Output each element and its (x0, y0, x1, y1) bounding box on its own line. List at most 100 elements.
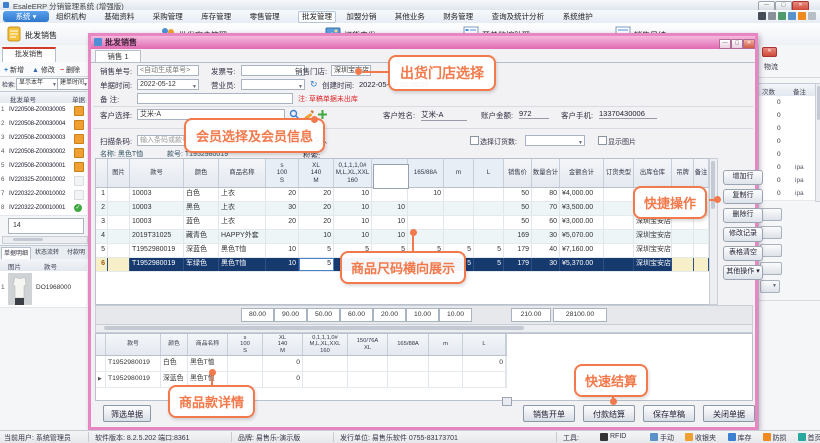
status-tool-手动[interactable]: 手动 (660, 433, 674, 443)
row-button-修改记录[interactable]: 修改记录 (723, 227, 763, 242)
grid-header-cell[interactable]: 数量合计 (532, 159, 560, 187)
bg-dropdown-stub[interactable]: ▼ (760, 280, 780, 293)
size-cell[interactable]: 10 (372, 230, 408, 243)
size-cell[interactable] (474, 216, 504, 229)
style-cell[interactable]: T1952980019 (130, 258, 184, 271)
grid-header-cell[interactable]: m (444, 159, 474, 187)
status-tool-icon-RFID[interactable] (600, 433, 608, 441)
row-marker[interactable]: ▶ (96, 372, 106, 387)
type-cell[interactable] (604, 188, 634, 201)
menu-item-采购管理[interactable]: 采购管理 (153, 12, 183, 22)
name-cell[interactable]: 上衣 (219, 202, 266, 215)
size-cell[interactable]: 10 (334, 216, 372, 229)
size-cell[interactable]: 20 (299, 202, 334, 215)
amount-cell[interactable]: ¥3,500.00 (560, 202, 604, 215)
grid-header-cell[interactable]: L (474, 159, 504, 187)
grid-header-cell[interactable]: 金额合计 (560, 159, 604, 187)
remark-cell[interactable] (694, 230, 709, 243)
size-cell[interactable]: 0 (463, 356, 506, 371)
bottom-header-cell[interactable]: 165/88A (388, 334, 429, 355)
size-cell[interactable] (372, 188, 408, 201)
size-cell[interactable]: 5 (299, 244, 334, 257)
size-cell[interactable] (266, 230, 299, 243)
order-qty-select[interactable]: ▼ (525, 135, 585, 146)
menu-item-系统维护[interactable]: 系统维护 (563, 12, 593, 22)
row-no[interactable]: 6 (96, 258, 108, 271)
size-cell[interactable]: 5 (299, 258, 334, 271)
order-list-item[interactable]: 8IV220322-Z00010001✓ (0, 201, 87, 216)
row-no[interactable]: 4 (96, 230, 108, 243)
warehouse-cell[interactable]: 深圳宝安店 (634, 230, 672, 243)
image-cell[interactable] (108, 244, 130, 257)
row-marker[interactable] (96, 356, 106, 371)
name-cell[interactable]: 上衣 (219, 216, 266, 229)
grid-header-cell[interactable] (96, 159, 108, 187)
amount-cell[interactable]: ¥5,070.00 (560, 230, 604, 243)
sidebar-action-新增[interactable]: + 新增 (4, 65, 24, 75)
size-cell[interactable]: 5 (474, 244, 504, 257)
size-cell[interactable]: 0 (263, 356, 303, 371)
clerk-select[interactable]: ▼ (241, 79, 305, 90)
color-cell[interactable]: 蓝色 (184, 216, 219, 229)
qty-cell[interactable]: 80 (532, 188, 560, 201)
grid-header-cell[interactable]: 备注 (694, 159, 709, 187)
bottom-header-cell[interactable]: 0,1,1,1,0#M,L,XL,XXL160 (303, 334, 348, 355)
size-cell[interactable]: 10 (334, 188, 372, 201)
open-editor-box[interactable] (373, 164, 409, 189)
status-tool-RFID[interactable]: RFID (610, 433, 626, 440)
bg-button-stub[interactable] (760, 244, 782, 257)
row-button-其他操作[interactable]: 其他操作 ▾ (723, 265, 763, 280)
size-cell[interactable]: 20 (266, 216, 299, 229)
price-cell[interactable]: 50 (504, 188, 532, 201)
bottom-header-cell[interactable]: XL140M (263, 334, 303, 355)
style-cell[interactable]: 10003 (130, 216, 184, 229)
price-cell[interactable]: 179 (504, 258, 532, 271)
bg-button-stub[interactable] (760, 208, 782, 221)
amount-cell[interactable]: ¥3,000.00 (560, 216, 604, 229)
grid-header-cell[interactable]: 销售价 (504, 159, 532, 187)
size-cell[interactable]: 10 (408, 188, 444, 201)
size-cell[interactable] (474, 230, 504, 243)
status-tool-库存[interactable]: 库存 (738, 433, 752, 443)
size-cell[interactable]: 10 (334, 230, 372, 243)
image-cell[interactable] (108, 188, 130, 201)
dialog-minimize-button[interactable]: — (719, 39, 731, 49)
size-cell[interactable] (429, 372, 463, 387)
tray-icon-4[interactable] (798, 12, 806, 20)
size-cell[interactable] (228, 356, 263, 371)
date-field[interactable]: 2022-05-12▼ (137, 79, 199, 90)
menu-item-查询及统计分析[interactable]: 查询及统计分析 (492, 12, 545, 22)
type-cell[interactable] (604, 216, 634, 229)
bottom-header-cell[interactable]: L (463, 334, 506, 355)
amount-cell[interactable]: ¥7,160.00 (560, 244, 604, 257)
status-tool-防损[interactable]: 防损 (773, 433, 787, 443)
bottom-grid-row[interactable]: T1952980019白色黑色T恤00 (96, 356, 507, 372)
warehouse-cell[interactable]: 深圳宝安店 (634, 258, 672, 271)
row-no[interactable]: 1 (96, 188, 108, 201)
row-button-表格清空[interactable]: 表格清空 (723, 246, 763, 261)
sidebar-tab-wholesale[interactable]: 批发销售 (2, 47, 56, 63)
dialog-close-button[interactable]: ✕ (743, 39, 755, 49)
detail-tab-状态流转[interactable]: 状态流转 (33, 247, 61, 259)
size-cell[interactable]: 5 (474, 258, 504, 271)
style-cell[interactable]: T1952980019 (130, 244, 184, 257)
size-cell[interactable]: 10 (266, 244, 299, 257)
size-cell[interactable] (348, 372, 388, 387)
image-cell[interactable] (108, 230, 130, 243)
bg-button-stub[interactable] (760, 226, 782, 239)
filter-year-select[interactable]: 显示本年▼ (16, 78, 59, 90)
grid-row-4[interactable]: 42019T31025藏青色HAPPY外套10101016930¥5,070.0… (96, 230, 710, 244)
close-order-button[interactable]: 关闭单据 (703, 405, 755, 422)
size-cell[interactable]: 20 (266, 188, 299, 201)
size-cell[interactable] (444, 230, 474, 243)
row-button-增加行[interactable]: 增加行 (723, 170, 763, 185)
size-cell[interactable] (444, 188, 474, 201)
size-cell[interactable] (408, 216, 444, 229)
bottom-grid-row[interactable]: ▶T1952980019深蓝色黑色T恤0 (96, 372, 507, 388)
size-cell[interactable] (463, 372, 506, 387)
image-cell[interactable] (108, 258, 130, 271)
filter-date-select[interactable]: 建单时间▼ (57, 78, 90, 90)
size-cell[interactable]: 10 (372, 216, 408, 229)
size-cell[interactable]: 10 (372, 202, 408, 215)
color-cell[interactable]: 军绿色 (184, 258, 219, 271)
